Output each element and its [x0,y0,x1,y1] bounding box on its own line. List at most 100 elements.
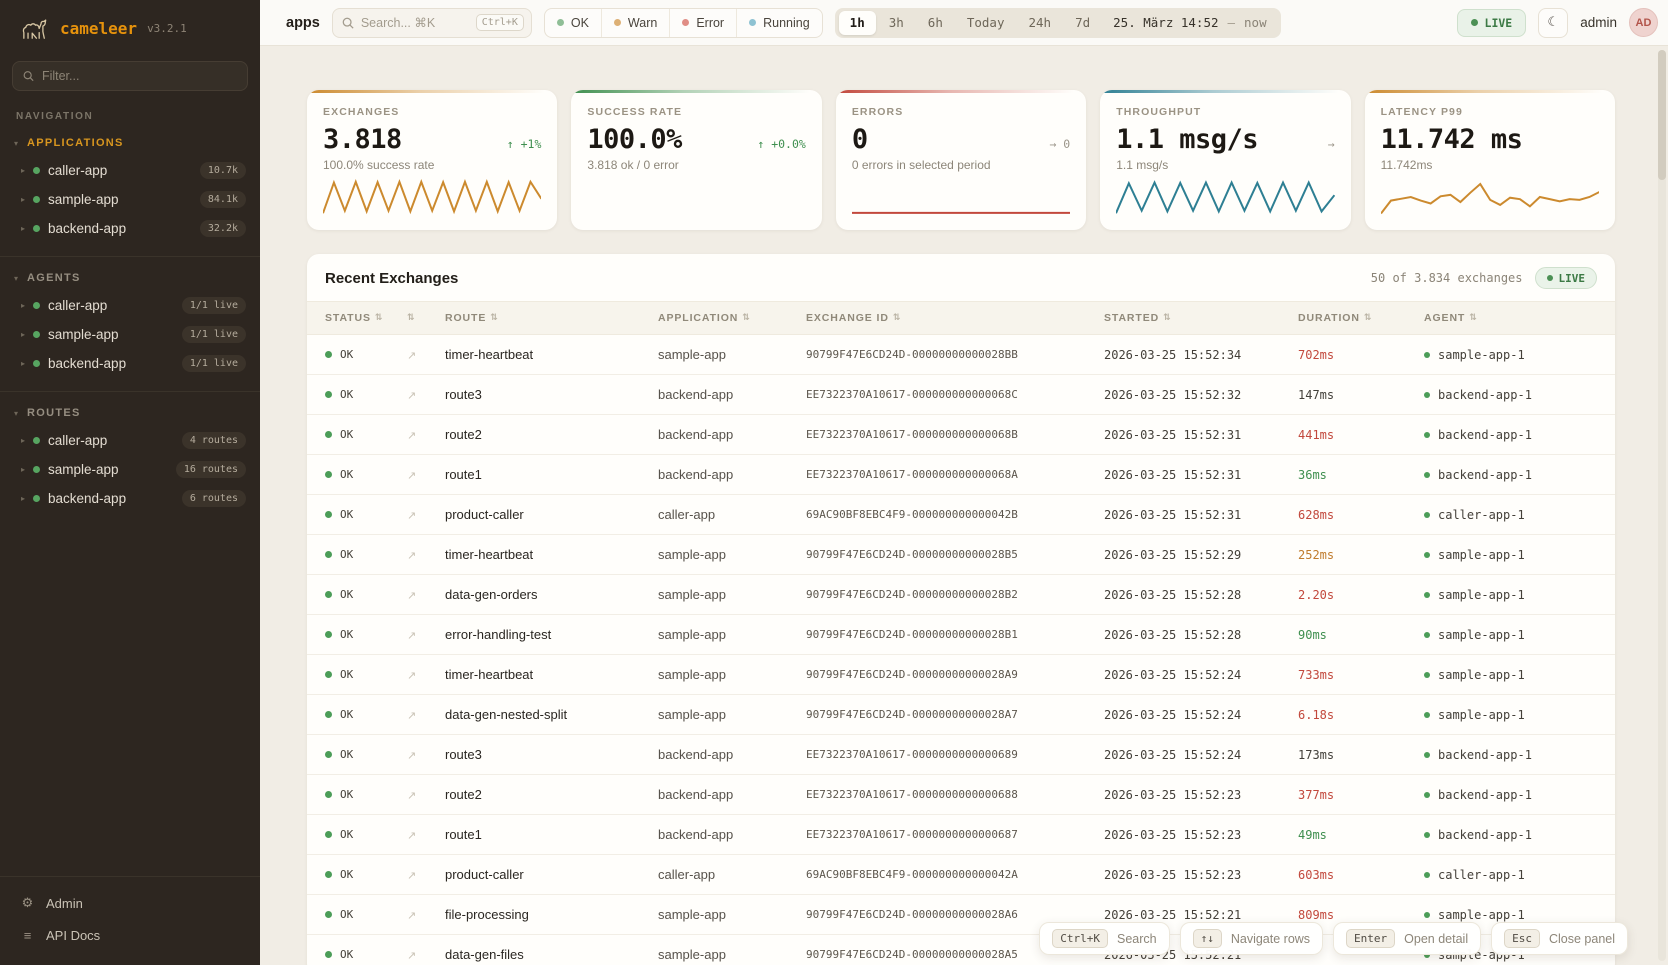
open-detail-cell[interactable]: ↗ [407,946,445,964]
sidebar-item-admin[interactable]: ⚙Admin [0,887,260,919]
column-header-started[interactable]: STARTED⇅ [1104,312,1298,324]
filter-input[interactable] [42,69,237,83]
time-range-24h[interactable]: 24h [1018,11,1063,35]
open-detail-cell[interactable]: ↗ [407,626,445,644]
ok-status-dot [325,711,332,718]
sidebar-item-sample-app[interactable]: ▸sample-app84.1k [0,185,260,214]
table-row[interactable]: OK↗product-callercaller-app69AC90BF8EBC4… [307,855,1615,895]
scrollbar-track[interactable] [1658,50,1666,961]
table-row[interactable]: OK↗data-gen-nested-splitsample-app90799F… [307,695,1615,735]
status-dot [33,360,40,367]
arrow-up-right-icon: ↗ [407,949,416,962]
sidebar-item-caller-app[interactable]: ▸caller-app10.7k [0,156,260,185]
status-cell: OK [325,548,407,561]
exchange-id-cell: EE7322370A10617-0000000000000687 [806,828,1104,841]
agent-label: sample-app-1 [1438,588,1525,602]
agent-status-dot [1424,712,1430,718]
table-row[interactable]: OK↗data-gen-orderssample-app90799F47E6CD… [307,575,1615,615]
open-detail-cell[interactable]: ↗ [407,666,445,684]
column-header-duration[interactable]: DURATION⇅ [1298,312,1424,324]
open-detail-cell[interactable]: ↗ [407,706,445,724]
arrow-up-right-icon: ↗ [407,789,416,802]
table-row[interactable]: OK↗timer-heartbeatsample-app90799F47E6CD… [307,535,1615,575]
table-row[interactable]: OK↗timer-heartbeatsample-app90799F47E6CD… [307,655,1615,695]
time-range-7d[interactable]: 7d [1064,11,1101,35]
item-label: caller-app [48,163,192,178]
filter-chip-running[interactable]: Running [736,9,822,37]
open-detail-cell[interactable]: ↗ [407,426,445,444]
live-badge[interactable]: LIVE [1457,9,1527,37]
agent-status-dot [1424,432,1430,438]
sort-icon: ⇅ [407,313,415,323]
table-row[interactable]: OK↗timer-heartbeatsample-app90799F47E6CD… [307,335,1615,375]
open-detail-cell[interactable]: ↗ [407,826,445,844]
table-row[interactable]: OK↗route3backend-appEE7322370A10617-0000… [307,375,1615,415]
section-header-agents[interactable]: ▾AGENTS [0,257,260,291]
sidebar-filter[interactable] [12,61,248,91]
section-header-routes[interactable]: ▾ROUTES [0,392,260,426]
filter-chip-error[interactable]: Error [669,9,736,37]
time-range-1h[interactable]: 1h [839,11,876,35]
sidebar-item-api-docs[interactable]: ≡API Docs [0,919,260,951]
column-header-agent[interactable]: AGENT⇅ [1424,312,1597,324]
time-range-today[interactable]: Today [956,11,1016,35]
app-version: v3.2.1 [147,22,187,35]
filter-chip-ok[interactable]: OK [545,9,601,37]
agent-cell: caller-app-1 [1424,868,1597,882]
status-cell: OK [325,348,407,361]
column-header-application[interactable]: APPLICATION ⇅ [658,312,806,324]
card-label: THROUGHPUT [1116,106,1334,118]
open-detail-cell[interactable]: ↗ [407,586,445,604]
table-row[interactable]: OK↗route2backend-appEE7322370A10617-0000… [307,415,1615,455]
open-detail-cell[interactable]: ↗ [407,746,445,764]
scrollbar-thumb[interactable] [1658,50,1666,180]
card-value-row: 1.1 msg/s→ [1116,124,1334,155]
sidebar-item-backend-app[interactable]: ▸backend-app1/1 live [0,349,260,378]
sidebar-item-backend-app[interactable]: ▸backend-app32.2k [0,214,260,243]
sidebar-item-caller-app[interactable]: ▸caller-app1/1 live [0,291,260,320]
table-row[interactable]: OK↗product-callercaller-app69AC90BF8EBC4… [307,495,1615,535]
table-row[interactable]: OK↗route3backend-appEE7322370A10617-0000… [307,735,1615,775]
open-detail-cell[interactable]: ↗ [407,506,445,524]
card-accent-bar [1100,90,1350,93]
column-header-route[interactable]: ROUTE⇅ [445,312,658,324]
table-row[interactable]: OK↗error-handling-testsample-app90799F47… [307,615,1615,655]
sidebar-item-caller-app[interactable]: ▸caller-app4 routes [0,426,260,455]
ok-status-dot [325,431,332,438]
section-header-applications[interactable]: ▾APPLICATIONS [0,122,260,156]
date-range[interactable]: 25. März 14:52—now [1113,15,1276,30]
table-row[interactable]: OK↗route2backend-appEE7322370A10617-0000… [307,775,1615,815]
open-detail-cell[interactable]: ↗ [407,386,445,404]
theme-toggle-button[interactable]: ☾ [1538,8,1568,38]
time-range-3h[interactable]: 3h [878,11,915,35]
open-detail-cell[interactable]: ↗ [407,346,445,364]
column-label: APPLICATION [658,312,738,324]
global-search[interactable]: Ctrl+K [332,8,532,38]
agent-cell: backend-app-1 [1424,428,1597,442]
search-input[interactable] [361,16,469,30]
avatar[interactable]: AD [1629,8,1658,37]
card-value: 3.818 [323,124,402,155]
column-header-open[interactable]: ⇅ [407,313,445,323]
open-detail-cell[interactable]: ↗ [407,786,445,804]
agent-cell: sample-app-1 [1424,548,1597,562]
table-row[interactable]: OK↗route1backend-appEE7322370A10617-0000… [307,455,1615,495]
column-label: STARTED [1104,312,1159,324]
sort-icon: ⇅ [742,313,750,323]
time-range-6h[interactable]: 6h [917,11,954,35]
sidebar-item-sample-app[interactable]: ▸sample-app1/1 live [0,320,260,349]
filter-chip-warn[interactable]: Warn [601,9,669,37]
apps-label: apps [286,15,320,31]
column-header-status[interactable]: STATUS⇅ [325,312,407,324]
table-row[interactable]: OK↗route1backend-appEE7322370A10617-0000… [307,815,1615,855]
application-cell: backend-app [658,787,806,802]
open-detail-cell[interactable]: ↗ [407,906,445,924]
sparkline [1381,179,1599,215]
open-detail-cell[interactable]: ↗ [407,466,445,484]
column-header-exchange-id[interactable]: EXCHANGE ID⇅ [806,312,1104,324]
sidebar-item-backend-app[interactable]: ▸backend-app6 routes [0,484,260,513]
hint-search: Ctrl+KSearch [1039,922,1169,955]
open-detail-cell[interactable]: ↗ [407,866,445,884]
open-detail-cell[interactable]: ↗ [407,546,445,564]
sidebar-item-sample-app[interactable]: ▸sample-app16 routes [0,455,260,484]
